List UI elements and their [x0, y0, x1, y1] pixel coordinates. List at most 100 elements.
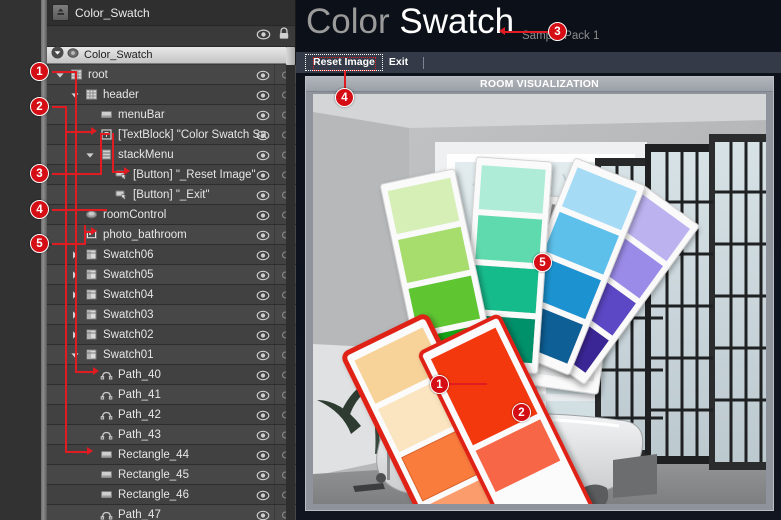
root-artboard-label: Color_Swatch	[84, 49, 153, 61]
lock-icon[interactable]	[278, 27, 290, 45]
twisty-placeholder	[84, 429, 96, 441]
twisty-placeholder	[99, 189, 111, 201]
tree-row[interactable]: Swatch01	[47, 345, 296, 365]
callout-badge-3[interactable]: 3	[30, 164, 49, 183]
eye-icon[interactable]	[256, 88, 270, 102]
reset-button-highlight	[313, 57, 376, 71]
tree-row[interactable]: [Button] "_Exit"	[47, 185, 296, 205]
callout-badge-title[interactable]: 3	[548, 22, 567, 41]
callout-swatch-leader	[449, 383, 487, 385]
panel-tab-header[interactable]: Color_Swatch	[47, 0, 295, 26]
callout-badge-chip[interactable]: 2	[512, 403, 531, 422]
caret-down-icon[interactable]	[51, 46, 64, 64]
tree-row[interactable]: Swatch02	[47, 325, 296, 345]
eye-icon[interactable]	[256, 308, 270, 322]
column-divider	[274, 145, 275, 164]
eye-icon[interactable]	[256, 348, 270, 362]
tree-row[interactable]: Rectangle_46	[47, 485, 296, 505]
callout-3-arrow	[124, 167, 130, 175]
scrollbar-thumb[interactable]	[286, 47, 295, 65]
path-icon	[100, 508, 113, 520]
callout-badge-swatch[interactable]: 1	[430, 375, 449, 394]
column-divider	[274, 425, 275, 444]
eye-icon[interactable]	[256, 368, 270, 382]
eye-icon[interactable]	[256, 328, 270, 342]
callout-2-leader-h2	[65, 451, 87, 453]
eye-icon[interactable]	[256, 148, 270, 162]
callout-badge-4[interactable]: 4	[30, 200, 49, 219]
eye-icon[interactable]	[256, 228, 270, 242]
callout-1-leader-v	[75, 71, 77, 372]
tree-row[interactable]: header	[47, 85, 296, 105]
tree-row[interactable]: Path_47	[47, 505, 296, 520]
callout-badge-1[interactable]: 1	[30, 62, 49, 81]
panel-tab-label: Color_Swatch	[75, 5, 150, 20]
tree-row[interactable]: Path_43	[47, 425, 296, 445]
eye-icon[interactable]	[256, 268, 270, 282]
swatch-fan-deck[interactable]	[313, 94, 766, 504]
column-divider	[274, 125, 275, 144]
vertical-scrollbar[interactable]	[286, 47, 295, 520]
tree-row[interactable]: stackMenu	[47, 145, 296, 165]
tree-row[interactable]: Swatch04	[47, 285, 296, 305]
caret-down-icon[interactable]	[84, 149, 96, 161]
eye-icon[interactable]	[256, 508, 270, 520]
grid-icon	[85, 88, 98, 101]
exit-button[interactable]: Exit	[382, 55, 415, 70]
callout-badge-reset[interactable]: 4	[335, 88, 354, 107]
eye-icon[interactable]	[256, 108, 270, 122]
artboard-icon	[52, 4, 69, 21]
eye-icon[interactable]	[256, 408, 270, 422]
eye-icon[interactable]	[256, 248, 270, 262]
tree-row[interactable]: root	[47, 65, 296, 85]
callout-badge-5[interactable]: 5	[30, 234, 49, 253]
group-icon	[85, 268, 98, 281]
tree-row[interactable]: Path_41	[47, 385, 296, 405]
column-divider	[274, 365, 275, 384]
eye-icon[interactable]	[256, 27, 271, 45]
eye-icon[interactable]	[256, 468, 270, 482]
button-icon	[115, 188, 128, 201]
column-divider	[274, 225, 275, 244]
tree-row[interactable]: Rectangle_45	[47, 465, 296, 485]
eye-icon[interactable]	[256, 68, 270, 82]
callout-1-leader	[52, 71, 77, 73]
root-artboard-row[interactable]: Color_Swatch	[47, 46, 295, 64]
column-divider	[274, 65, 275, 84]
eye-icon[interactable]	[256, 208, 270, 222]
eye-icon[interactable]	[256, 188, 270, 202]
eye-icon[interactable]	[256, 288, 270, 302]
callout-badge-photo[interactable]: 5	[533, 253, 552, 272]
app-header: Color Swatch Sample Pack 1	[296, 0, 781, 52]
panel-toolbar	[47, 26, 295, 47]
tree-row[interactable]: Path_40	[47, 365, 296, 385]
callout-badge-2[interactable]: 2	[30, 97, 49, 116]
eye-icon[interactable]	[256, 488, 270, 502]
path-icon	[100, 388, 113, 401]
tree-row[interactable]: [TextBlock] "Color Swatch Sa.	[47, 125, 296, 145]
eye-icon[interactable]	[256, 448, 270, 462]
group-icon	[85, 248, 98, 261]
path-icon	[100, 368, 113, 381]
tree-row[interactable]: Swatch03	[47, 305, 296, 325]
tree-row[interactable]: menuBar	[47, 105, 296, 125]
tree-row[interactable]: roomControl	[47, 205, 296, 225]
tree-row[interactable]: Swatch05	[47, 265, 296, 285]
eye-icon[interactable]	[256, 428, 270, 442]
tree-row[interactable]: [Button] "_Reset Image"	[47, 165, 296, 185]
column-divider	[274, 285, 275, 304]
room-photo[interactable]	[313, 94, 766, 504]
rect-icon	[100, 468, 113, 481]
callout-2-arrow	[87, 447, 93, 455]
eye-icon[interactable]	[256, 388, 270, 402]
rect-icon	[100, 448, 113, 461]
eye-icon[interactable]	[256, 168, 270, 182]
column-divider	[274, 305, 275, 324]
tree-row[interactable]: Path_42	[47, 405, 296, 425]
tree-row[interactable]: Swatch06	[47, 245, 296, 265]
group-icon	[85, 288, 98, 301]
rect-icon	[100, 108, 113, 121]
eye-icon[interactable]	[256, 128, 270, 142]
tree-row[interactable]: Rectangle_44	[47, 445, 296, 465]
column-divider	[274, 85, 275, 104]
